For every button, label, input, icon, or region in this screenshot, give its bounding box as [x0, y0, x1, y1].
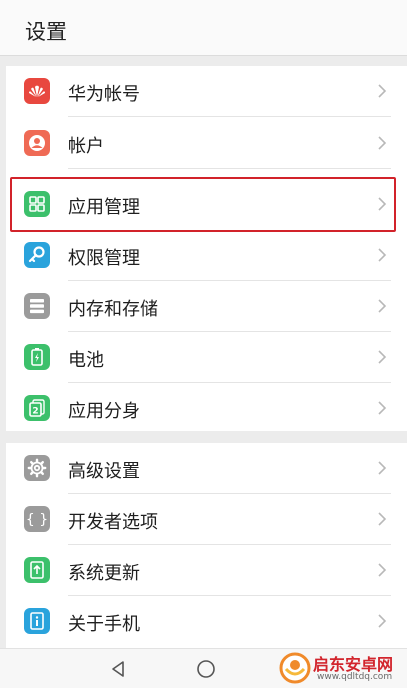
app-grid-icon [24, 191, 50, 217]
settings-item-label: 电池 [68, 350, 104, 371]
settings-item-about-phone[interactable]: 关于手机 [6, 596, 407, 647]
chevron-right-icon [378, 299, 387, 313]
gear-icon [24, 455, 50, 481]
settings-item-label: 帐户 [68, 136, 104, 157]
settings-item-label: 华为帐号 [68, 84, 140, 105]
watermark-logo-icon [279, 652, 311, 684]
back-icon[interactable] [106, 657, 130, 681]
settings-item-label: 应用管理 [68, 197, 140, 218]
settings-item-app-management[interactable]: 应用管理 [6, 179, 407, 230]
key-icon [24, 242, 50, 268]
settings-item-system-update[interactable]: 系统更新 [6, 545, 407, 596]
chevron-right-icon [378, 401, 387, 415]
settings-item-label: 系统更新 [68, 563, 140, 584]
settings-item-permissions[interactable]: 权限管理 [6, 230, 407, 281]
home-icon[interactable] [194, 657, 218, 681]
chevron-right-icon [378, 136, 387, 150]
svg-text:{ }: { } [27, 512, 47, 528]
watermark-url: www.qdltdq.com [317, 672, 393, 682]
huawei-logo-icon [24, 78, 50, 104]
app-header: 设置 [0, 0, 407, 56]
settings-item-label: 权限管理 [68, 248, 140, 269]
divider [68, 168, 391, 169]
chevron-right-icon [378, 512, 387, 526]
page-title: 设置 [25, 20, 67, 44]
settings-item-account[interactable]: 帐户 [6, 118, 407, 169]
settings-item-developer-options[interactable]: { } 开发者选项 [6, 494, 407, 545]
settings-item-advanced[interactable]: 高级设置 [6, 443, 407, 494]
chevron-right-icon [378, 197, 387, 211]
settings-item-label: 内存和存储 [68, 299, 158, 320]
chevron-right-icon [378, 614, 387, 628]
settings-item-label: 开发者选项 [68, 512, 158, 533]
svg-text:2: 2 [32, 407, 38, 417]
divider [68, 230, 391, 231]
settings-group-1: 华为帐号 帐户 应用管理 权限管理 内存和存储 电池 2 应用分身 [6, 66, 407, 431]
chevron-right-icon [378, 461, 387, 475]
chevron-right-icon [378, 563, 387, 577]
watermark: 启东安卓网 www.qdltdq.com [277, 650, 403, 688]
info-icon [24, 608, 50, 634]
settings-item-storage[interactable]: 内存和存储 [6, 281, 407, 332]
settings-group-2: 高级设置 { } 开发者选项 系统更新 [6, 443, 407, 648]
update-icon [24, 557, 50, 583]
settings-item-battery[interactable]: 电池 [6, 332, 407, 383]
divider [68, 116, 391, 117]
settings-item-label: 高级设置 [68, 461, 140, 482]
braces-icon: { } [24, 506, 50, 532]
chevron-right-icon [378, 350, 387, 364]
app-twin-icon: 2 [24, 395, 50, 421]
chevron-right-icon [378, 248, 387, 262]
settings-item-label: 应用分身 [68, 401, 140, 422]
settings-item-huawei-account[interactable]: 华为帐号 [6, 66, 407, 117]
account-icon [24, 130, 50, 156]
settings-item-app-twin[interactable]: 2 应用分身 [6, 383, 407, 434]
battery-icon [24, 344, 50, 370]
chevron-right-icon [378, 84, 387, 98]
settings-item-label: 关于手机 [68, 614, 140, 635]
storage-icon [24, 293, 50, 319]
